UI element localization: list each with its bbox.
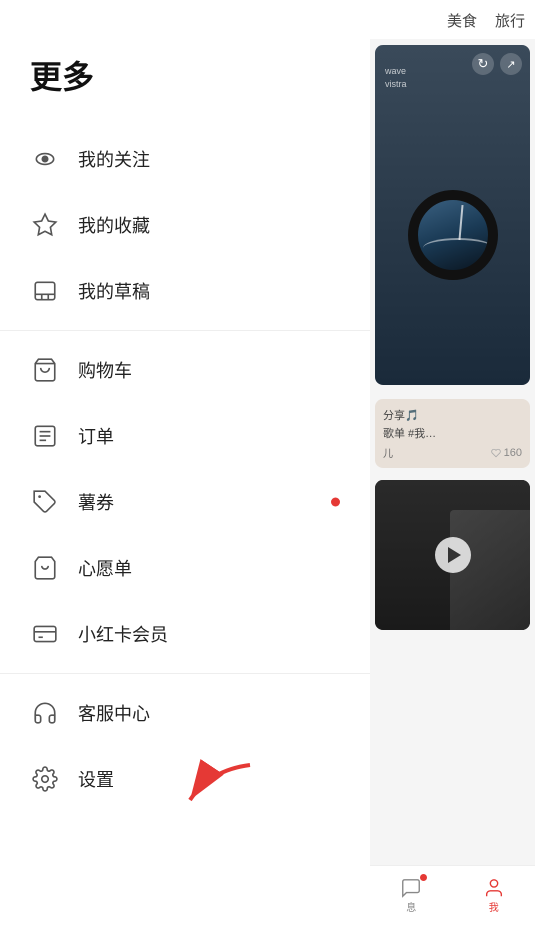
right-panel: 美食 旅行 wave vistra ↻ ↗ [370,0,535,925]
card-mid-footer: 儿 160 [383,445,522,460]
menu-item-support[interactable]: 客服中心 [0,680,370,746]
menu-item-my-favorites[interactable]: 我的收藏 [0,192,370,258]
menu-item-label: 设置 [78,766,114,792]
coupon-notification-dot [331,498,340,507]
list-icon [30,421,60,451]
share-icon: ↗ [500,53,522,75]
menu-item-label: 购物车 [78,357,132,383]
nav-item-profile[interactable]: 我 [483,877,505,914]
menu-item-my-follows[interactable]: 我的关注 [0,126,370,192]
card-vistra-label: vistra [385,78,407,91]
category-tab-food[interactable]: 美食 [447,10,477,31]
play-triangle [448,547,461,563]
arrow-cursor [180,755,260,820]
menu-item-coupons[interactable]: 薯券 [0,469,370,535]
divider-1 [0,330,370,331]
card-mid[interactable]: 分享🎵 歌单 #我… 儿 160 [375,399,530,468]
card-top-inner: wave vistra [375,45,530,385]
divider-2 [0,673,370,674]
arrow-svg [180,755,260,815]
star-icon [30,210,60,240]
menu-item-my-drafts[interactable]: 我的草稿 [0,258,370,324]
menu-item-wishlist[interactable]: 心愿单 [0,535,370,601]
menu-item-label: 我的关注 [78,146,150,172]
menu-item-membership[interactable]: 小红卡会员 [0,601,370,667]
card-mid-subtext: 歌单 #我… [383,425,522,441]
loop-icon: ↻ [472,53,494,75]
cart-icon [30,355,60,385]
menu-item-label: 心愿单 [78,555,132,581]
card-icon [30,619,60,649]
card-mid-text: 分享🎵 [383,407,522,423]
bag-icon [30,553,60,583]
gear-icon [30,764,60,794]
menu-item-label: 客服中心 [78,700,150,726]
menu-list: 我的关注 我的收藏 我的草稿 购物车 [0,126,370,812]
card-top-badge: ↻ ↗ [472,53,522,75]
card-wave-label: wave [385,65,407,78]
like-count: 160 [491,447,522,459]
nav-profile-label: 我 [489,899,499,914]
menu-item-label: 我的草稿 [78,278,150,304]
card-mid-author: 儿 [383,445,393,460]
tag-icon [30,487,60,517]
card-top[interactable]: wave vistra ↻ ↗ [375,45,530,385]
headset-icon [30,698,60,728]
inbox-icon [30,276,60,306]
category-tab-travel[interactable]: 旅行 [495,10,525,31]
category-tabs: 美食 旅行 [370,0,535,39]
play-button[interactable] [435,537,471,573]
bottom-nav: 息 我 [370,865,535,925]
menu-title: 更多 [0,0,370,126]
menu-item-cart[interactable]: 购物车 [0,337,370,403]
menu-item-label: 小红卡会员 [78,621,168,647]
nav-messages-label: 息 [406,899,416,914]
menu-item-label: 我的收藏 [78,212,150,238]
eye-icon [30,144,60,174]
menu-item-label: 订单 [78,423,114,449]
menu-item-label: 薯券 [78,489,114,515]
nav-item-messages[interactable]: 息 [400,877,422,914]
card-bottom-video[interactable] [375,480,530,630]
menu-item-orders[interactable]: 订单 [0,403,370,469]
messages-notification-dot [420,874,427,881]
